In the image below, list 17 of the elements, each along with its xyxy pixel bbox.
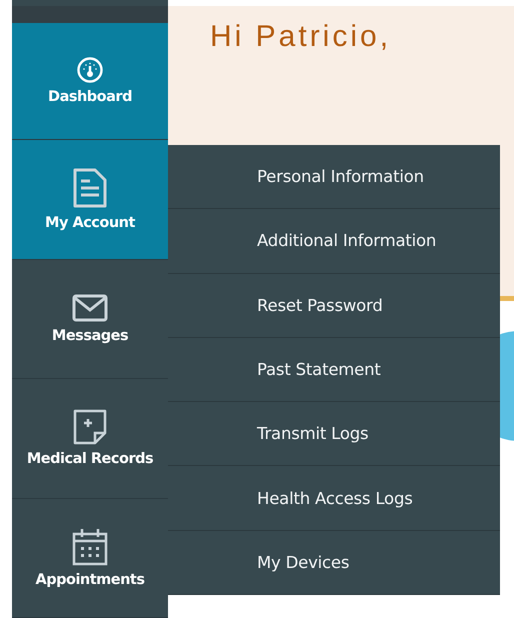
document-icon (72, 167, 108, 210)
submenu-item[interactable]: Personal Information (168, 145, 500, 210)
greeting-text: Hi Patricio, (210, 20, 392, 54)
sidebar-item[interactable]: Dashboard (12, 23, 168, 140)
calendar-icon (72, 528, 108, 566)
gauge-icon (77, 57, 103, 84)
submenu-item[interactable]: Additional Information (168, 209, 500, 274)
submenu-item[interactable]: Transmit Logs (168, 402, 500, 466)
submenu-item[interactable]: My Devices (168, 530, 500, 596)
sidebar-item[interactable]: Messages (12, 260, 168, 380)
sidebar-item[interactable]: Appointments (12, 498, 168, 618)
sidebar-item[interactable]: My Account (12, 140, 168, 260)
note-plus-icon (73, 409, 107, 446)
submenu-item[interactable]: Past Statement (168, 338, 500, 402)
submenu-item[interactable]: Reset Password (168, 274, 500, 338)
submenu-item[interactable]: Health Access Logs (168, 466, 500, 531)
envelope-icon (72, 294, 108, 322)
